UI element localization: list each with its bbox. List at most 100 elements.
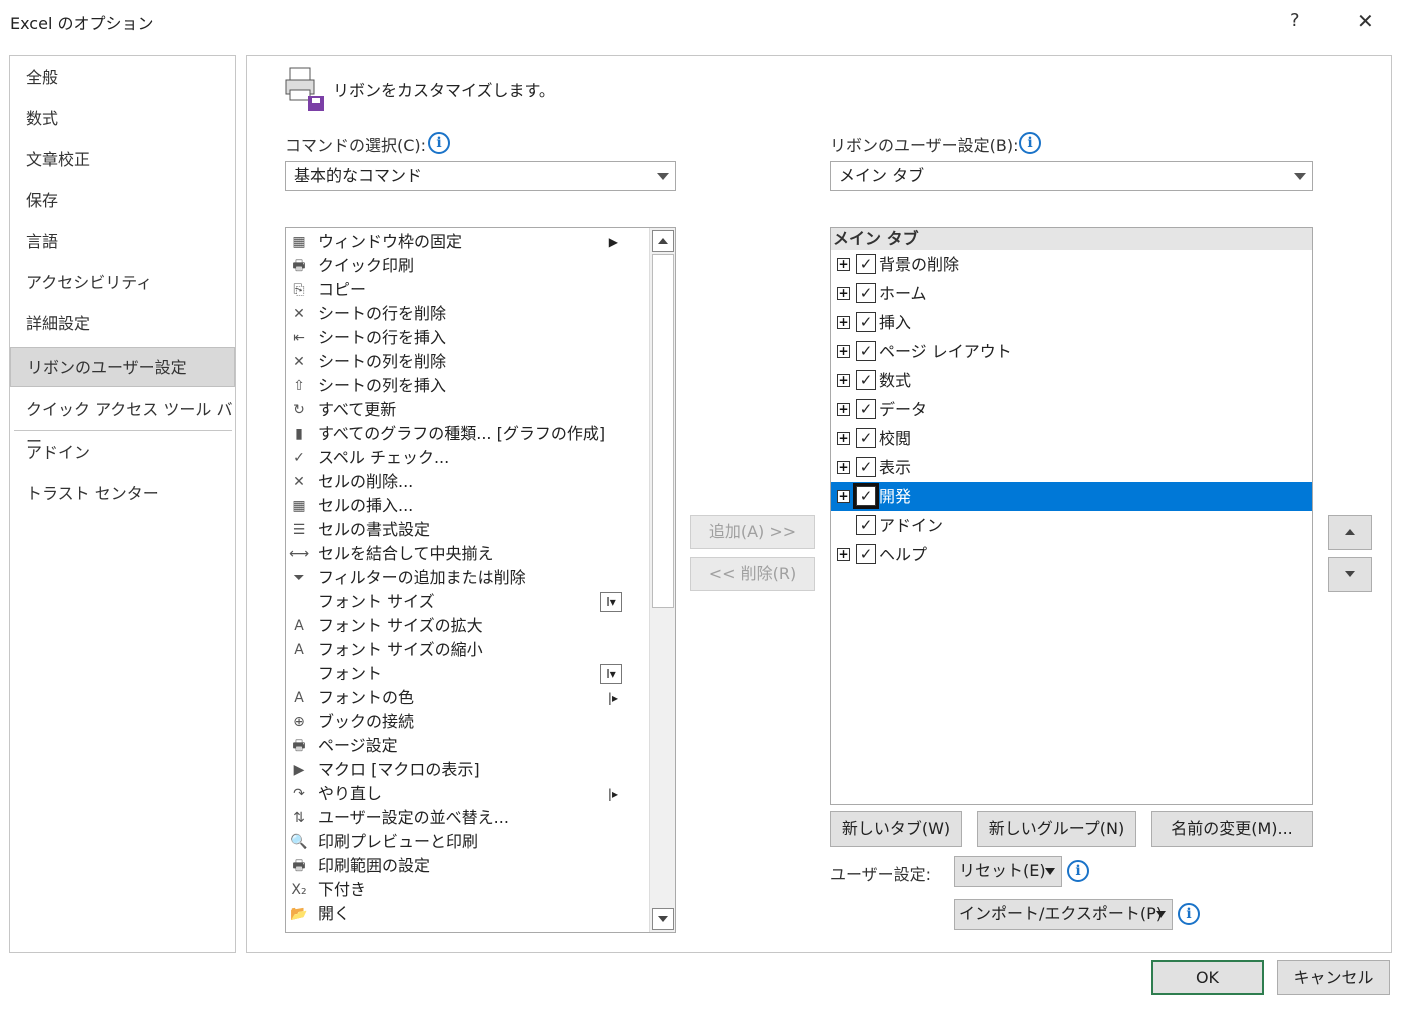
help-icon[interactable]: ? [1290, 10, 1300, 31]
command-item[interactable]: ↷ やり直し |▸ [286, 782, 626, 806]
rename-button[interactable]: 名前の変更(M)... [1151, 811, 1313, 847]
tree-item[interactable]: + ✓ 数式 [831, 366, 1312, 395]
remove-button[interactable]: << 削除(R) [690, 557, 815, 591]
tree-item[interactable]: + ✓ 挿入 [831, 308, 1312, 337]
nav-item-proofing[interactable]: 文章校正 [10, 144, 235, 176]
command-item[interactable]: ⊕ ブックの接続 [286, 710, 626, 734]
tree-item[interactable]: + ✓ ホーム [831, 279, 1312, 308]
move-up-button[interactable] [1328, 515, 1372, 550]
command-item[interactable]: ⇧ シートの列を挿入 [286, 374, 626, 398]
nav-item-advanced[interactable]: 詳細設定 [10, 308, 235, 340]
tab-checkbox[interactable]: ✓ [853, 483, 879, 509]
reset-dropdown-button[interactable]: リセット(E) [954, 856, 1062, 887]
tab-checkbox[interactable]: ✓ [856, 254, 876, 274]
tab-checkbox[interactable]: ✓ [856, 544, 876, 564]
close-icon[interactable]: ✕ [1357, 9, 1374, 33]
tab-checkbox[interactable]: ✓ [856, 399, 876, 419]
command-item[interactable]: 🖶 クイック印刷 [286, 254, 626, 278]
command-item[interactable]: ✓ スペル チェック... [286, 446, 626, 470]
command-item[interactable]: ↻ すべて更新 [286, 398, 626, 422]
command-item[interactable]: 🔍 印刷プレビューと印刷 [286, 830, 626, 854]
command-item[interactable]: A フォントの色 |▸ [286, 686, 626, 710]
command-item[interactable]: ✕ シートの列を削除 [286, 350, 626, 374]
expand-icon[interactable]: + [837, 374, 850, 387]
command-item[interactable]: ✕ セルの削除... [286, 470, 626, 494]
tree-item[interactable]: + ✓ 校閲 [831, 424, 1312, 453]
nav-item-addins[interactable]: アドイン [10, 437, 235, 469]
expand-icon[interactable]: + [837, 258, 850, 271]
expand-icon[interactable]: + [837, 287, 850, 300]
new-tab-button[interactable]: 新しいタブ(W) [830, 811, 962, 847]
nav-item-trust-center[interactable]: トラスト センター [10, 478, 235, 510]
commands-list[interactable]: ▦ ウィンドウ枠の固定 ▶ 🖶 クイック印刷 ⎘ コピー ✕ シートの行を削除 ⇤ シートの行を挿入… [285, 227, 676, 933]
tab-checkbox[interactable]: ✓ [856, 312, 876, 332]
nav-item-accessibility[interactable]: アクセシビリティ [10, 267, 235, 299]
tree-item[interactable]: ✓ アドイン [831, 511, 1312, 540]
expand-icon[interactable]: + [837, 316, 850, 329]
import-export-dropdown-button[interactable]: インポート/エクスポート(P) [954, 899, 1173, 930]
command-item[interactable]: ☰ セルの書式設定 [286, 518, 626, 542]
expand-icon[interactable]: + [837, 461, 850, 474]
command-item[interactable]: A フォント サイズの縮小 [286, 638, 626, 662]
import-export-info-icon[interactable]: i [1178, 903, 1200, 925]
command-item[interactable]: ▦ ウィンドウ枠の固定 ▶ [286, 230, 626, 254]
command-item[interactable]: フォント I▾ [286, 662, 626, 686]
command-item[interactable]: ⎘ コピー [286, 278, 626, 302]
ribbon-tabs-tree[interactable]: メイン タブ + ✓ 背景の削除 + ✓ ホーム + ✓ 挿入 + ✓ ページ レイアウト + ✓ 数式 + ✓… [830, 227, 1313, 805]
command-item[interactable]: ▦ セルの挿入... [286, 494, 626, 518]
scroll-thumb[interactable] [652, 254, 674, 608]
nav-item-language[interactable]: 言語 [10, 226, 235, 258]
expand-icon[interactable]: + [837, 432, 850, 445]
expand-icon[interactable]: + [837, 548, 850, 561]
tree-item[interactable]: + ✓ 背景の削除 [831, 250, 1312, 279]
ok-button[interactable]: OK [1151, 960, 1264, 995]
tab-checkbox[interactable]: ✓ [856, 283, 876, 303]
command-item[interactable]: ▮ すべてのグラフの種類... [グラフの作成] [286, 422, 626, 446]
customize-ribbon-info-icon[interactable]: i [1019, 132, 1041, 154]
command-item[interactable]: ⏷ フィルターの追加または削除 [286, 566, 626, 590]
scroll-down-button[interactable] [652, 908, 674, 930]
add-button[interactable]: 追加(A) >> [690, 515, 815, 549]
command-item[interactable]: ⇤ シートの行を挿入 [286, 326, 626, 350]
tree-item[interactable]: + ✓ ヘルプ [831, 540, 1312, 569]
expand-icon[interactable]: + [837, 490, 850, 503]
tab-checkbox[interactable]: ✓ [856, 457, 876, 477]
command-item[interactable]: ⇅ ユーザー設定の並べ替え... [286, 806, 626, 830]
command-item[interactable]: 📂 開く [286, 902, 626, 926]
tab-checkbox[interactable]: ✓ [856, 515, 876, 535]
choose-commands-info-icon[interactable]: i [428, 132, 450, 154]
nav-item-customize-ribbon[interactable]: リボンのユーザー設定 [10, 347, 235, 387]
tab-checkbox[interactable]: ✓ [856, 428, 876, 448]
tree-item[interactable]: + ✓ ページ レイアウト [831, 337, 1312, 366]
reset-info-icon[interactable]: i [1067, 860, 1089, 882]
scroll-up-button[interactable] [652, 230, 674, 252]
command-item[interactable]: 🖶 ページ設定 [286, 734, 626, 758]
command-item[interactable]: X₂ 下付き [286, 878, 626, 902]
tab-checkbox[interactable]: ✓ [856, 370, 876, 390]
command-item[interactable]: ⟷ セルを結合して中央揃え [286, 542, 626, 566]
nav-item-formulas[interactable]: 数式 [10, 103, 235, 135]
tree-item[interactable]: + ✓ データ [831, 395, 1312, 424]
command-item[interactable]: ▶ マクロ [マクロの表示] [286, 758, 626, 782]
command-label: フォント サイズ [318, 592, 435, 611]
tree-item[interactable]: + ✓ 開発 [831, 482, 1312, 511]
command-label: セルの挿入... [318, 496, 414, 515]
command-label: ウィンドウ枠の固定 [318, 232, 463, 251]
nav-item-general[interactable]: 全般 [10, 62, 235, 94]
move-down-button[interactable] [1328, 557, 1372, 592]
customize-ribbon-dropdown[interactable]: メイン タブ [830, 161, 1313, 191]
tree-item[interactable]: + ✓ 表示 [831, 453, 1312, 482]
choose-commands-dropdown[interactable]: 基本的なコマンド [285, 161, 676, 191]
command-item[interactable]: A フォント サイズの拡大 [286, 614, 626, 638]
expand-icon[interactable]: + [837, 403, 850, 416]
nav-item-save[interactable]: 保存 [10, 185, 235, 217]
tab-checkbox[interactable]: ✓ [856, 341, 876, 361]
command-item[interactable]: ✕ シートの行を削除 [286, 302, 626, 326]
command-item[interactable]: フォント サイズ I▾ [286, 590, 626, 614]
cancel-button[interactable]: キャンセル [1277, 960, 1390, 995]
expand-icon[interactable]: + [837, 345, 850, 358]
nav-item-quick-access[interactable]: クイック アクセス ツール バー [10, 394, 235, 451]
command-item[interactable]: 🖶 印刷範囲の設定 [286, 854, 626, 878]
new-group-button[interactable]: 新しいグループ(N) [977, 811, 1136, 847]
commands-scrollbar[interactable] [649, 228, 675, 932]
